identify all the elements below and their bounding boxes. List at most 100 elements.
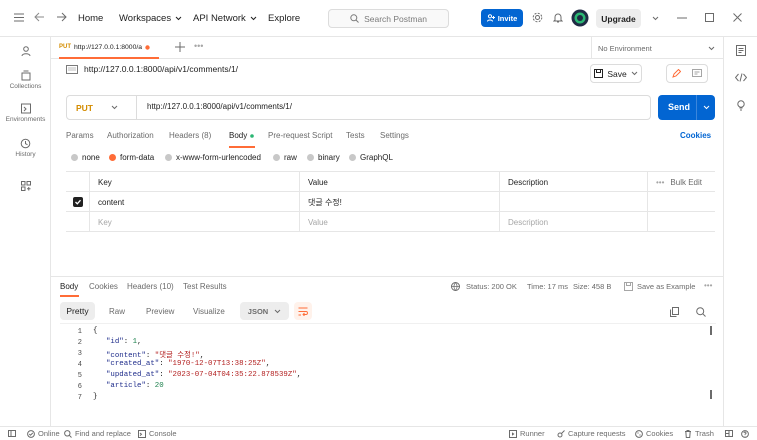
json-key: "article" [106, 382, 146, 390]
response-tab-body[interactable]: Body [60, 282, 78, 291]
tab-tests[interactable]: Tests [346, 131, 365, 140]
close-icon[interactable] [733, 13, 742, 22]
trash-button[interactable]: Trash [684, 429, 714, 438]
request-tab[interactable]: PUT http://127.0.0.1:8000/a [59, 37, 159, 59]
search-placeholder: Search Postman [364, 13, 427, 24]
tab-params[interactable]: Params [66, 131, 94, 140]
cookies-button[interactable]: Cookies [635, 429, 673, 438]
wrap-lines-button[interactable] [294, 302, 312, 320]
documentation-icon[interactable] [736, 45, 746, 56]
view-preview[interactable]: Preview [146, 307, 174, 316]
online-status[interactable]: Online [27, 429, 60, 438]
more-options-icon[interactable]: ••• [704, 281, 712, 290]
sidebar-user[interactable] [0, 45, 51, 59]
avatar[interactable] [571, 9, 589, 27]
scrollbar-top[interactable] [710, 326, 712, 335]
forward-arrow-icon[interactable] [56, 12, 67, 22]
response-status[interactable]: Status: 200 OK [466, 282, 517, 291]
pane-divider[interactable] [51, 276, 723, 277]
tab-pre-request-script[interactable]: Pre-request Script [268, 131, 332, 140]
radio-raw[interactable]: raw [273, 153, 297, 162]
tab-body-label: Body [229, 131, 248, 140]
find-replace-button[interactable]: Find and replace [64, 429, 131, 438]
response-body-code[interactable]: 1 { 2 "id": 1, 3 "content": "댓글 수정!", 4 … [60, 323, 716, 408]
code-icon[interactable] [735, 73, 747, 82]
minimize-icon[interactable] [677, 17, 687, 19]
notification-bell-icon[interactable] [553, 12, 563, 23]
response-size[interactable]: Size: 458 B [573, 282, 611, 291]
row-checkbox[interactable] [66, 192, 90, 212]
runner-button[interactable]: Runner [509, 429, 545, 438]
view-visualize[interactable]: Visualize [193, 307, 225, 316]
layout-icon[interactable] [725, 430, 733, 437]
radio-x-www-form-urlencoded[interactable]: x-www-form-urlencoded [165, 153, 261, 162]
comments-icon[interactable] [691, 69, 702, 78]
toggle-sidebar-icon[interactable] [8, 430, 16, 437]
code-line: } [93, 393, 98, 401]
tab-method: PUT [59, 44, 71, 50]
key-placeholder[interactable]: Key [90, 212, 300, 232]
send-button[interactable]: Send [658, 95, 715, 120]
tab-settings[interactable]: Settings [380, 131, 409, 140]
nav-home[interactable]: Home [78, 13, 103, 24]
scrollbar-bottom[interactable] [710, 390, 712, 399]
row-value[interactable]: 댓글 수정! [300, 192, 500, 212]
copy-icon[interactable] [670, 307, 679, 317]
radio-binary[interactable]: binary [307, 153, 340, 162]
cookies-link[interactable]: Cookies [680, 131, 711, 140]
upgrade-button[interactable]: Upgrade [596, 9, 641, 28]
capture-requests-button[interactable]: Capture requests [557, 429, 626, 438]
view-raw[interactable]: Raw [109, 307, 125, 316]
response-tab-test-results[interactable]: Test Results [183, 282, 227, 291]
nav-api-network[interactable]: API Network [193, 13, 257, 24]
response-time[interactable]: Time: 17 ms [527, 282, 568, 291]
chevron-down-icon[interactable] [703, 105, 710, 110]
json-key: "id" [106, 338, 124, 346]
sidebar-item-collections[interactable]: Collections [0, 69, 51, 90]
radio-dot-icon [307, 154, 314, 161]
nav-explore[interactable]: Explore [268, 13, 300, 24]
save-button[interactable]: Save [590, 64, 642, 83]
settings-icon[interactable] [532, 12, 543, 23]
back-arrow-icon[interactable] [34, 12, 45, 22]
edit-icon[interactable] [672, 69, 682, 78]
chevron-down-icon[interactable] [652, 16, 659, 21]
description-placeholder[interactable]: Description [500, 212, 648, 232]
method-select[interactable]: PUT [67, 96, 137, 119]
response-tab-cookies[interactable]: Cookies [89, 282, 118, 291]
nav-workspaces[interactable]: Workspaces [119, 13, 182, 24]
url-input[interactable]: http://127.0.0.1:8000/api/v1/comments/1/ [147, 102, 292, 111]
sidebar-item-environments[interactable]: Environments [0, 102, 51, 123]
lightbulb-icon[interactable] [736, 100, 746, 111]
format-select[interactable]: JSON [240, 302, 289, 320]
console-button[interactable]: Console [138, 429, 177, 438]
save-as-example-button[interactable]: Save as Example [637, 282, 695, 291]
tab-headers[interactable]: Headers (8) [169, 131, 211, 140]
menu-icon[interactable] [14, 13, 24, 22]
radio-graphql[interactable]: GraphQL [349, 153, 393, 162]
search-input[interactable]: Search Postman [328, 9, 449, 28]
more-options-icon[interactable]: ••• [656, 178, 664, 187]
invite-button[interactable]: Invite [481, 9, 523, 27]
response-tab-headers[interactable]: Headers (10) [127, 282, 174, 291]
search-icon[interactable] [696, 307, 706, 317]
radio-none[interactable]: none [71, 153, 100, 162]
trash-icon [684, 429, 692, 438]
environment-selector[interactable]: No Environment [591, 37, 723, 58]
sidebar-item-apps[interactable] [0, 180, 51, 193]
bulk-edit-button[interactable]: Bulk Edit [670, 178, 702, 187]
row-key[interactable]: content [90, 192, 300, 212]
value-placeholder[interactable]: Value [300, 212, 500, 232]
more-tabs-icon[interactable]: ••• [194, 41, 203, 51]
view-pretty[interactable]: Pretty [60, 302, 95, 320]
maximize-icon[interactable] [705, 13, 714, 22]
help-icon[interactable] [741, 430, 749, 438]
new-tab-icon[interactable] [175, 42, 185, 52]
tab-body[interactable]: Body [229, 131, 255, 140]
sidebar-item-history[interactable]: History [0, 137, 51, 158]
globe-icon[interactable] [451, 282, 460, 291]
radio-form-data[interactable]: form-data [109, 153, 154, 162]
row-description[interactable] [500, 192, 648, 212]
tab-authorization[interactable]: Authorization [107, 131, 154, 140]
radio-dot-icon [165, 154, 172, 161]
